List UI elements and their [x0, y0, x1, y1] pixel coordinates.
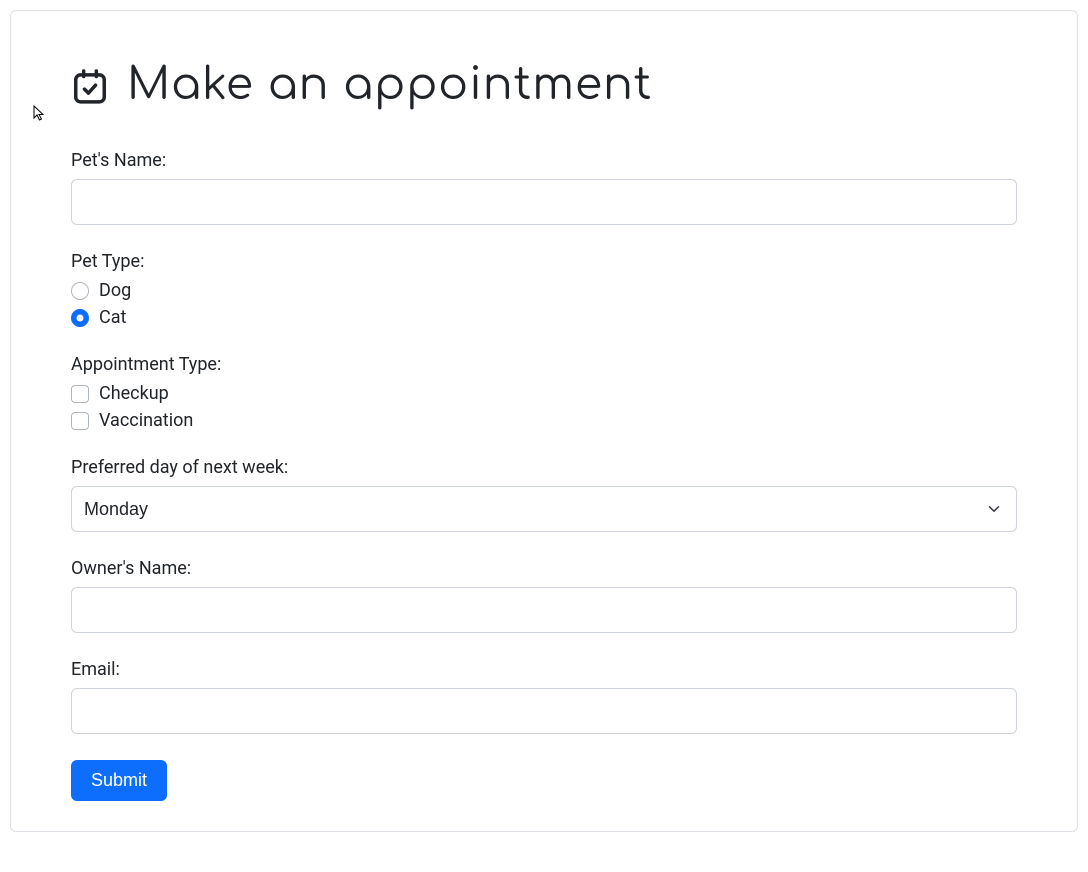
preferred-day-label: Preferred day of next week: [71, 457, 1017, 478]
owner-name-label: Owner's Name: [71, 558, 1017, 579]
owner-name-group: Owner's Name: [71, 558, 1017, 633]
pet-name-group: Pet's Name: [71, 150, 1017, 225]
checkbox-vaccination-label: Vaccination [99, 410, 193, 431]
calendar-check-icon [71, 67, 109, 105]
appt-type-option: Checkup [71, 383, 1017, 404]
checkbox-checkup-label: Checkup [99, 383, 169, 404]
submit-button[interactable]: Submit [71, 760, 167, 801]
radio-cat-label: Cat [99, 307, 126, 328]
pet-type-label: Pet Type: [71, 251, 1017, 272]
appt-type-label: Appointment Type: [71, 354, 1017, 375]
checkbox-vaccination[interactable] [71, 412, 89, 430]
preferred-day-group: Preferred day of next week: Monday [71, 457, 1017, 532]
page-title: Make an appointment [127, 61, 652, 110]
owner-name-input[interactable] [71, 587, 1017, 633]
preferred-day-select[interactable]: Monday [71, 486, 1017, 532]
pet-type-option: Cat [71, 307, 1017, 328]
email-label: Email: [71, 659, 1017, 680]
radio-cat[interactable] [71, 309, 89, 327]
appt-type-group: Appointment Type: Checkup Vaccination [71, 354, 1017, 431]
email-group: Email: [71, 659, 1017, 734]
pet-name-label: Pet's Name: [71, 150, 1017, 171]
checkbox-checkup[interactable] [71, 385, 89, 403]
appt-type-option: Vaccination [71, 410, 1017, 431]
pet-type-group: Pet Type: Dog Cat [71, 251, 1017, 328]
pet-name-input[interactable] [71, 179, 1017, 225]
email-input[interactable] [71, 688, 1017, 734]
radio-dog[interactable] [71, 282, 89, 300]
heading-row: Make an appointment [71, 61, 1017, 110]
pet-type-option: Dog [71, 280, 1017, 301]
radio-dog-label: Dog [99, 280, 131, 301]
appointment-card: Make an appointment Pet's Name: Pet Type… [10, 10, 1078, 832]
